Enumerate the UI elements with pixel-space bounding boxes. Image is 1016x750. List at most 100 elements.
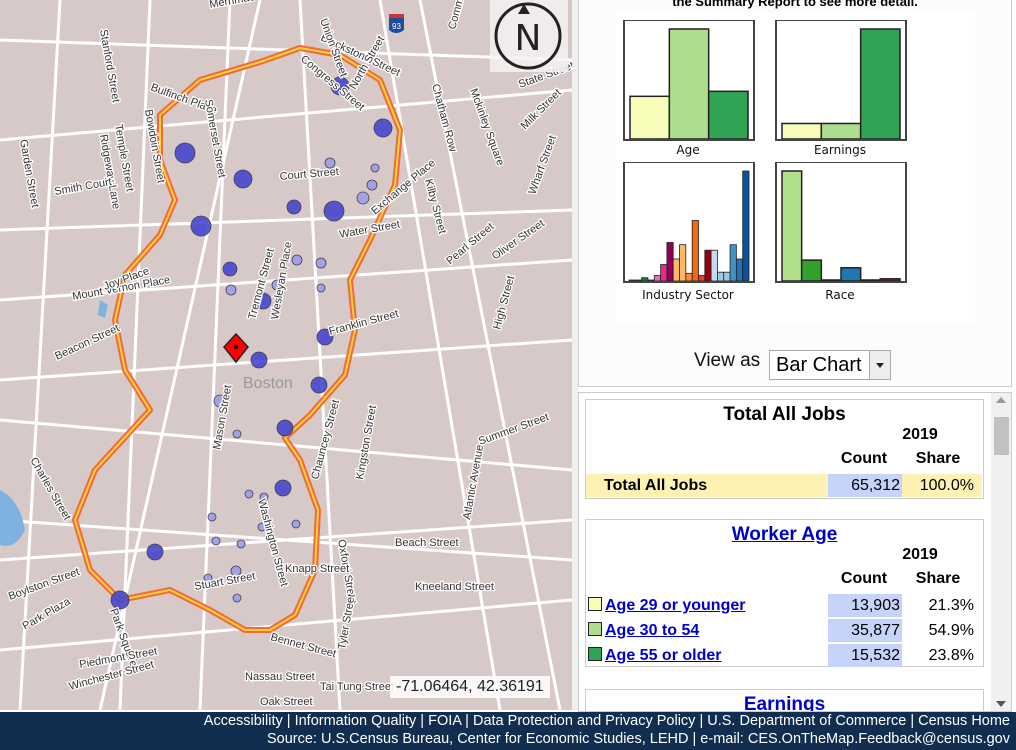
chevron-down-icon[interactable] <box>869 351 890 379</box>
street-label: Park Plaza <box>21 595 74 632</box>
count-header: Count <box>840 450 888 467</box>
footer-link[interactable]: Census Home <box>918 713 1010 729</box>
share-header: Share <box>915 570 961 587</box>
earnings-link[interactable]: Earnings <box>744 694 825 711</box>
street-label: Chatham Row <box>429 83 459 153</box>
legend-swatch <box>588 622 602 636</box>
footer-source: Source: U.S.Census Bureau, Center for Ec… <box>266 731 1010 747</box>
row-share: 100.0% <box>902 474 982 497</box>
row-label: Total All Jobs <box>586 474 828 497</box>
earnings-chart[interactable] <box>775 20 907 141</box>
age-chart[interactable] <box>623 20 755 141</box>
job-density-dot <box>207 512 217 522</box>
footer-links: Accessibility | Information Quality | FO… <box>203 713 1010 729</box>
bar <box>704 249 712 282</box>
interstate-shield-icon: 93 <box>389 14 404 33</box>
street-label: Court Street <box>279 166 339 183</box>
bar <box>672 258 680 282</box>
bar <box>653 275 661 282</box>
job-density-dot <box>323 200 345 222</box>
street-label: Oliver Street <box>490 218 547 263</box>
bar <box>859 279 882 282</box>
industry-sector-chart[interactable] <box>623 162 755 283</box>
bar <box>707 90 749 140</box>
street-label: High Street <box>491 275 517 331</box>
street-label: Kilby Street <box>422 178 448 235</box>
earnings-table: Earnings <box>585 689 984 711</box>
bar <box>685 272 693 282</box>
bar <box>729 244 737 282</box>
job-density-dot <box>232 593 242 603</box>
street-label: Stanford Street <box>97 28 122 103</box>
scroll-up-icon[interactable] <box>996 397 1006 403</box>
street-label: Wharf Street <box>527 134 559 196</box>
street-label: Tai Tung Street <box>320 681 394 693</box>
job-density-dot <box>291 519 301 529</box>
bar <box>820 122 862 140</box>
bar <box>698 275 706 282</box>
street-label: Boylston Street <box>7 566 81 603</box>
footer-link[interactable]: Accessibility <box>204 713 283 729</box>
street-label: Oak Street <box>260 696 313 708</box>
bar <box>691 220 699 282</box>
place-label: Boston <box>243 375 293 392</box>
job-density-dot <box>225 284 237 296</box>
row-count: 35,877 <box>828 619 902 642</box>
bar <box>820 279 842 282</box>
job-density-dot <box>274 479 292 497</box>
street-label: Stuart Street <box>193 570 256 593</box>
bar <box>668 28 710 140</box>
age-category-link[interactable]: Age 29 or younger <box>605 597 745 614</box>
road <box>298 0 342 710</box>
bar <box>781 122 823 140</box>
view-as-select[interactable]: Bar Chart <box>769 350 891 380</box>
job-density-dot <box>211 536 221 546</box>
bar <box>628 279 636 282</box>
street-label: Kingston Street <box>354 404 379 480</box>
bar <box>859 28 901 140</box>
scroll-down-icon[interactable] <box>996 701 1006 707</box>
job-density-dot <box>286 199 302 215</box>
race-chart[interactable] <box>775 162 907 283</box>
street-label: Mckinley Square <box>467 87 506 168</box>
svg-text:93: 93 <box>392 22 401 31</box>
footer-link[interactable]: FOIA <box>428 713 461 729</box>
footer: Accessibility | Information Quality | FO… <box>0 712 1016 750</box>
map[interactable]: Boston93Merrimac StreetBlackstone Street… <box>0 0 572 710</box>
street-label: Summer Street <box>477 411 551 448</box>
street-label: Beach Street <box>395 537 459 549</box>
worker-age-link[interactable]: Worker Age <box>732 524 838 545</box>
age-category-link[interactable]: Age 30 to 54 <box>605 622 699 639</box>
row-share: 21.3% <box>928 597 974 614</box>
job-density-dot <box>356 191 370 205</box>
bar <box>735 258 744 282</box>
job-density-dot <box>232 429 242 439</box>
industry-chart-label: Industry Sector <box>642 288 734 302</box>
bar <box>660 264 668 282</box>
age-category-link[interactable]: Age 55 or older <box>605 647 721 664</box>
job-density-dot <box>366 179 378 191</box>
scrollbar[interactable] <box>991 393 1011 711</box>
age-chart-label: Age <box>676 143 700 157</box>
job-density-dot <box>316 283 326 293</box>
report-panel: Total All Jobs 2019 Count Share Total All… <box>578 392 1012 712</box>
footer-link[interactable]: U.S. Department of Commerce <box>707 713 906 729</box>
water <box>98 300 108 318</box>
map-canvas[interactable]: Boston93Merrimac StreetBlackstone Street… <box>0 0 572 710</box>
bar <box>647 279 655 282</box>
total-jobs-title: Total All Jobs <box>723 404 846 425</box>
table-row: Age 55 or older 15,532 23.8% <box>586 644 983 668</box>
north-arrow-icon: N <box>490 0 568 72</box>
bar <box>781 170 803 282</box>
scrollbar-thumb[interactable] <box>994 417 1009 455</box>
legend-swatch <box>588 597 602 611</box>
street-label: Beacon Street <box>53 322 121 362</box>
footer-link[interactable]: Data Protection and Privacy Policy <box>473 713 695 729</box>
footer-link[interactable]: Information Quality <box>295 713 417 729</box>
job-density-dot <box>233 169 253 189</box>
table-row: Age 30 to 54 35,877 54.9% <box>586 619 983 643</box>
bar <box>879 278 901 282</box>
street-label: Atlantic Avenue <box>461 444 486 521</box>
street-label: Bowdoin Street <box>142 108 167 184</box>
job-density-dot <box>315 257 327 269</box>
